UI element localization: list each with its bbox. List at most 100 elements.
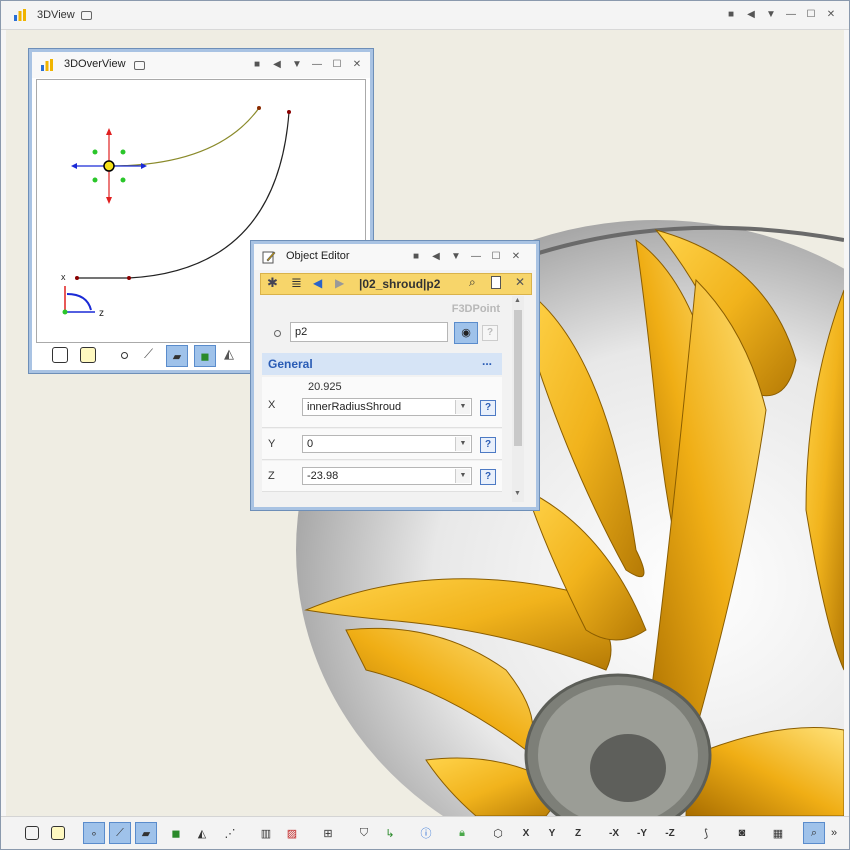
z-help-button[interactable]: ?	[480, 469, 496, 485]
dotted-line-icon[interactable]: ⋰	[219, 822, 241, 844]
curve-filter-icon[interactable]: ⟋	[144, 346, 153, 362]
prev-button[interactable]: ◀	[426, 249, 446, 265]
highlight-button[interactable]	[47, 822, 69, 844]
minimize-button[interactable]: —	[466, 249, 486, 265]
y-help-button[interactable]: ?	[480, 437, 496, 453]
cube-view-icon[interactable]: ⬡	[487, 822, 509, 844]
pin-icon[interactable]: ✱	[267, 275, 278, 291]
highlight-button[interactable]	[80, 347, 96, 363]
view-button[interactable]	[52, 347, 68, 363]
x-input[interactable]: innerRadiusShroud ▼	[302, 398, 472, 416]
axes-icon[interactable]: ↳	[379, 822, 401, 844]
edit-pencil-icon	[262, 251, 276, 264]
surface-filter-button[interactable]: ▰	[135, 822, 157, 844]
axis-z-label: z	[99, 308, 104, 319]
maximize-button[interactable]: ☐	[327, 57, 347, 73]
section-icon[interactable]: ▥	[255, 822, 277, 844]
z-input-value: -23.98	[307, 470, 339, 482]
point-icon	[274, 330, 281, 337]
section-title: General	[268, 357, 313, 371]
menu-button[interactable]: ▼	[761, 7, 781, 23]
point-filter-button[interactable]: ∘	[83, 822, 105, 844]
curve-filter-button[interactable]: ⟋	[109, 822, 131, 844]
restore-icon[interactable]	[134, 61, 145, 70]
grid-split-icon[interactable]: ⊞	[317, 822, 339, 844]
view-neg-z-button[interactable]: -Z	[659, 822, 681, 844]
x-help-button[interactable]: ?	[480, 400, 496, 416]
view-x-button[interactable]: X	[515, 822, 537, 844]
view-neg-x-button[interactable]: -X	[603, 822, 625, 844]
minimize-button[interactable]: —	[781, 7, 801, 23]
scroll-thumb[interactable]	[514, 310, 522, 446]
pin-button[interactable]: ■	[247, 57, 267, 73]
menu-button[interactable]: ▼	[446, 249, 466, 265]
overview-title: 3DOverView	[64, 58, 126, 70]
z-input[interactable]: -23.98 ▼	[302, 467, 472, 485]
field-row-y: Y 0 ▼ ?	[262, 429, 502, 460]
x-label: X	[268, 399, 276, 411]
grid-icon[interactable]: ▦	[767, 822, 789, 844]
y-input-value: 0	[307, 438, 314, 450]
view-z-button[interactable]: Z	[567, 822, 589, 844]
chevron-down-icon[interactable]: ▼	[455, 469, 470, 483]
object-path: |02_shroud|p2	[359, 277, 441, 291]
object-editor-toolbar: ✱ ≣ ◀ ▶ |02_shroud|p2 ⌕ ✕	[260, 273, 532, 295]
pin-button[interactable]: ■	[721, 7, 741, 23]
visibility-eye-button[interactable]: ◉	[454, 322, 478, 344]
chevron-down-icon[interactable]: ▼	[455, 437, 470, 451]
scroll-down-icon[interactable]: ▼	[514, 490, 521, 497]
prev-button[interactable]: ◀	[741, 7, 761, 23]
close-icon[interactable]: ✕	[515, 275, 525, 289]
restore-icon[interactable]	[81, 11, 92, 20]
toolbar-overflow-button[interactable]: »	[827, 822, 841, 844]
app-chart-icon	[41, 59, 53, 71]
point-filter-icon[interactable]	[121, 352, 128, 359]
main-title-bar: 3DView ■ ◀ ▼ — ☐ ✕	[1, 1, 849, 30]
chevron-down-icon[interactable]: ▼	[455, 400, 470, 414]
object-editor-title: Object Editor	[286, 250, 350, 262]
lock-icon[interactable]: 🔒︎	[451, 822, 473, 844]
x-computed-value: 20.925	[308, 381, 342, 393]
help-button-disabled: ?	[482, 325, 498, 341]
camera-icon[interactable]: ◙	[731, 822, 753, 844]
info-icon[interactable]: ⓘ	[415, 822, 437, 844]
maximize-button[interactable]: ☐	[486, 249, 506, 265]
object-editor-panel: F3DPoint p2 ◉ ? General ... X 20.925 inn…	[260, 295, 504, 501]
copy-icon[interactable]	[491, 276, 501, 289]
view-neg-y-button[interactable]: -Y	[631, 822, 653, 844]
section-more-button[interactable]: ...	[482, 354, 492, 368]
list-icon[interactable]: ≣	[291, 275, 302, 291]
field-row-x: X 20.925 innerRadiusShroud ▼ ?	[262, 377, 502, 428]
view-y-button[interactable]: Y	[541, 822, 563, 844]
scroll-up-icon[interactable]: ▲	[514, 297, 521, 304]
close-button[interactable]: ✕	[506, 249, 526, 265]
zoom-search-button[interactable]: ⌕	[803, 822, 825, 844]
clip-icon[interactable]: ▨	[281, 822, 303, 844]
x-input-value: innerRadiusShroud	[307, 401, 402, 413]
close-button[interactable]: ✕	[347, 57, 367, 73]
surface-toggle-button[interactable]: ◼	[194, 345, 216, 367]
back-arrow-icon[interactable]: ◀	[313, 276, 322, 290]
surface-toggle-icon[interactable]: ◼	[165, 822, 187, 844]
y-input[interactable]: 0 ▼	[302, 435, 472, 453]
name-field[interactable]: p2	[290, 322, 448, 342]
forward-arrow-icon[interactable]: ▶	[335, 276, 344, 290]
curve-tool-icon[interactable]: ⟆	[695, 822, 717, 844]
pin-button[interactable]: ■	[406, 249, 426, 265]
field-row-z: Z -23.98 ▼ ?	[262, 461, 502, 492]
shield-icon[interactable]: ⛉	[353, 822, 375, 844]
close-button[interactable]: ✕	[821, 7, 841, 23]
search-icon[interactable]: ⌕	[469, 275, 476, 290]
object-type-label: F3DPoint	[451, 303, 500, 315]
editor-scrollbar[interactable]: ▲ ▼	[512, 296, 524, 502]
surface-filter-button[interactable]: ▰	[166, 345, 188, 367]
solid-filter-icon[interactable]: ◭	[224, 346, 234, 362]
view-button[interactable]	[21, 822, 43, 844]
menu-button[interactable]: ▼	[287, 57, 307, 73]
section-header-general[interactable]: General ...	[262, 353, 502, 375]
bottom-toolbar: ∘ ⟋ ▰ ◼ ◭ ⋰ ▥ ▨ ⊞ ⛉ ↳ ⓘ 🔒︎ ⬡ X Y Z -X -Y…	[1, 816, 849, 849]
solid-filter-icon[interactable]: ◭	[191, 822, 213, 844]
prev-button[interactable]: ◀	[267, 57, 287, 73]
minimize-button[interactable]: —	[307, 57, 327, 73]
maximize-button[interactable]: ☐	[801, 7, 821, 23]
